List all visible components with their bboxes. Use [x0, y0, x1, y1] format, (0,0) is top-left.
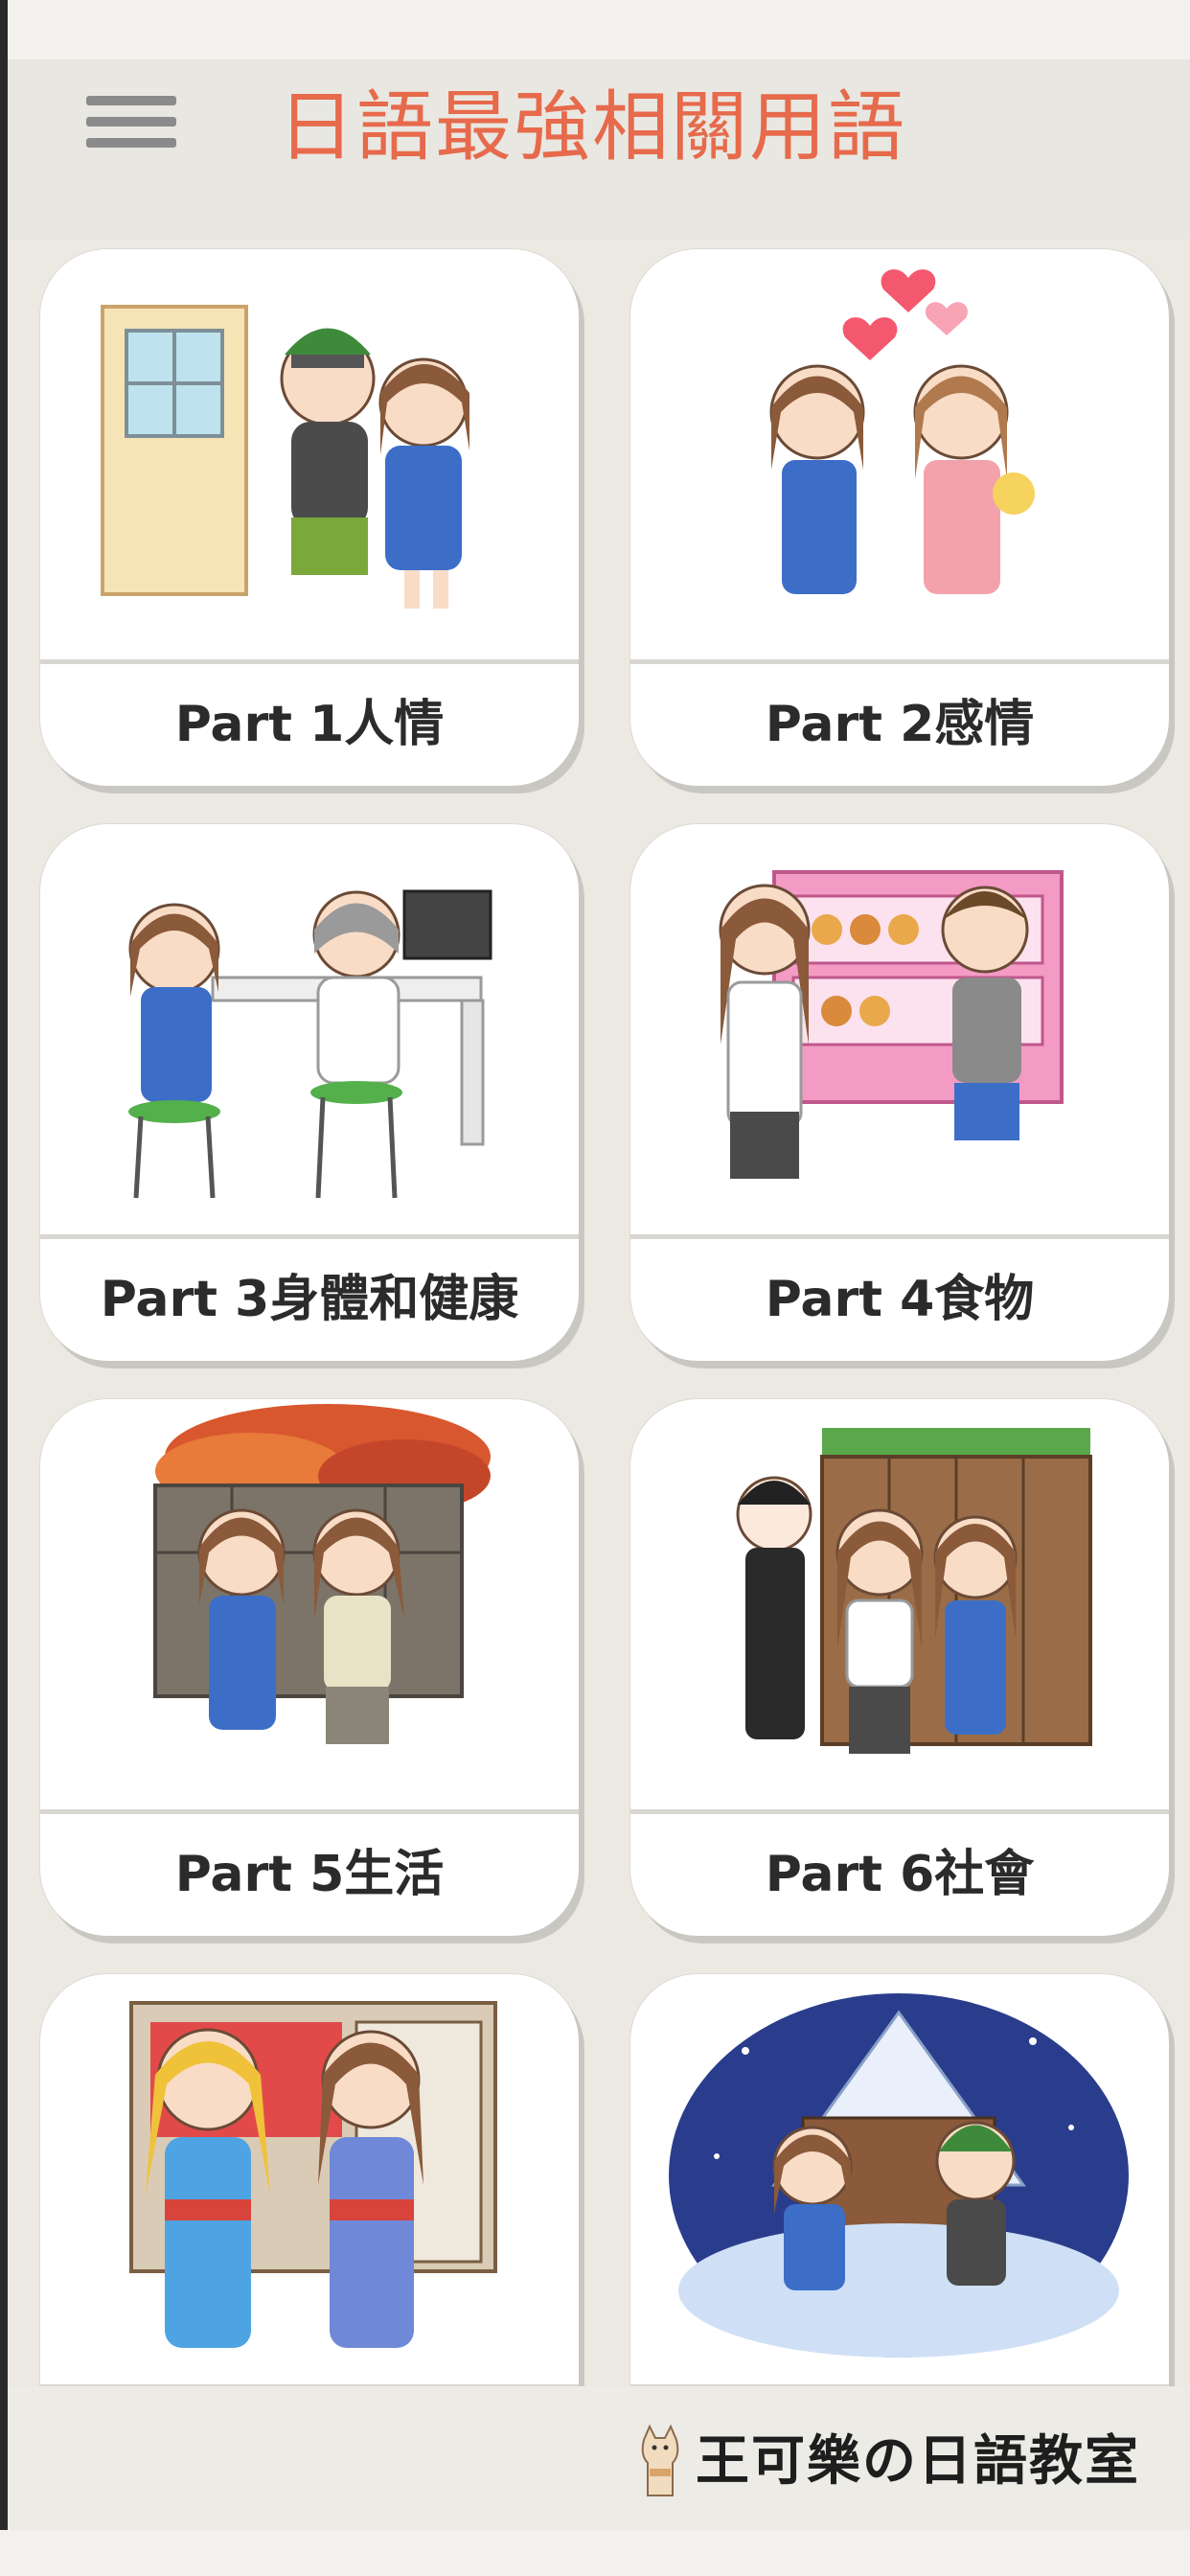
menu-bar: [86, 117, 176, 126]
yukata-girls-illustration: [129, 2001, 497, 2348]
friends-with-hearts-illustration: [769, 269, 1035, 594]
category-card-part-4[interactable]: Part 4食物: [630, 824, 1169, 1361]
doctor-visit-illustration: [128, 889, 492, 1199]
category-card-part-6[interactable]: Part 6社會: [630, 1399, 1169, 1936]
card-label: Part 4食物: [765, 1271, 1035, 1328]
category-card-part-7[interactable]: [40, 1974, 579, 2386]
couple-at-window-illustration: [101, 305, 469, 609]
cat-logo-icon: [641, 2424, 679, 2496]
category-card-part-2[interactable]: Part 2感情: [630, 249, 1169, 786]
card-label: Part 2感情: [765, 696, 1035, 753]
top-status-strip: [0, 0, 1190, 59]
bakery-display-illustration: [719, 870, 1064, 1179]
autumn-leaves-illustration: [153, 1404, 491, 1744]
brand-name: 王可樂の日語教室: [696, 2429, 1140, 2493]
app-title: 日語最強相關用語: [278, 82, 906, 172]
kyoto-street-illustration: [736, 1428, 1092, 1754]
left-edge: [0, 0, 8, 2576]
category-card-part-5[interactable]: Part 5生活: [40, 1399, 579, 1936]
hamburger-menu-icon[interactable]: [86, 96, 176, 176]
card-label: Part 6社會: [765, 1846, 1035, 1903]
category-grid: Part 1人情 Part 2感情 Part 3身體和健康 Part 4食物 P…: [8, 240, 1190, 2386]
brand-logo: 王可樂の日語教室: [634, 2421, 1140, 2501]
menu-bar: [86, 96, 176, 105]
footer-bar: 王可樂の日語教室: [8, 2386, 1190, 2530]
category-card-part-3[interactable]: Part 3身體和健康: [40, 824, 579, 1361]
category-card-part-8[interactable]: [630, 1974, 1169, 2386]
card-label: Part 3身體和健康: [100, 1271, 519, 1328]
bottom-strip: [0, 2530, 1190, 2576]
snowy-house-illustration: [669, 1993, 1129, 2358]
category-card-part-1[interactable]: Part 1人情: [40, 249, 579, 786]
card-label: Part 1人情: [174, 696, 445, 753]
menu-bar: [86, 138, 176, 148]
card-label: Part 5生活: [174, 1846, 445, 1903]
